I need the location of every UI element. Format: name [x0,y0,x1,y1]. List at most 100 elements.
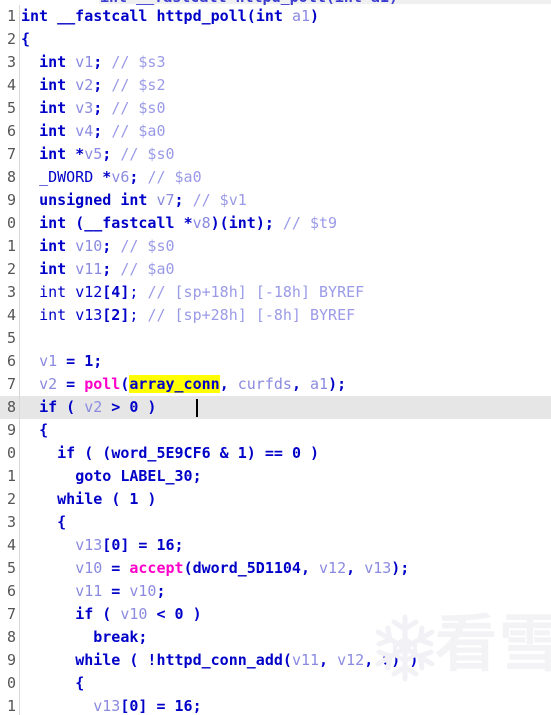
code-line-text: v13[0] = 16; [21,534,184,557]
code-line[interactable]: 1 int v10; // $s0 [0,235,551,258]
code-token: while [57,490,112,508]
code-line[interactable]: 3 int v1; // $s3 [0,51,551,74]
code-token: * [75,145,85,163]
code-token: if [75,605,103,623]
code-line[interactable]: 6 v11 = v10; [0,580,551,603]
code-line[interactable]: 0 if ( (word_5E9CF6 & 1) == 0 ) [0,442,551,465]
code-line[interactable]: 4 v13[0] = 16; [0,534,551,557]
code-line[interactable]: 5 int v3; // $s0 [0,97,551,120]
code-token: ( [102,605,121,623]
line-number-text: 5 [6,99,16,117]
line-number-text: 7 [6,605,16,623]
code-token: int [39,260,76,278]
line-number: 7 [0,373,18,396]
line-number-text: 7 [6,375,16,393]
line-number: 9 [0,419,18,442]
code-token: ; [93,99,103,117]
code-editor[interactable]: 1 int __fastcall httpd_poll(int a1) 2{3 in… [0,5,551,715]
code-token: ) [183,605,202,623]
code-line[interactable]: 8 break; [0,626,551,649]
code-token: poll [84,375,121,393]
code-line[interactable]: 1 goto LABEL_30; [0,465,551,488]
line-number: 6 [0,120,18,143]
code-line-text: int v1; // $s3 [21,51,165,74]
line-number: 8 [0,626,18,649]
gutter-separator [19,488,20,511]
code-line[interactable]: 3 { [0,511,551,534]
line-number-text: 9 [6,191,16,209]
code-line[interactable]: 2 int v11; // $a0 [0,258,551,281]
code-token: * [183,214,193,232]
code-token: ; [174,536,184,554]
code-line[interactable]: 5 v10 = accept(dword_5D1104, v12, v13); [0,557,551,580]
code-token: ( ( [84,444,112,462]
code-token: v3 [75,99,94,117]
code-line[interactable]: 1 v13[0] = 16; [0,695,551,715]
code-line[interactable]: 8 if ( v2 > 0 ) [0,396,551,419]
code-token: , [346,559,365,577]
code-token: , [319,651,338,669]
code-line-text: v2 = poll(array_conn, curfds, a1); [21,373,346,396]
code-token: 16 [156,536,175,554]
code-token: v10 [75,237,103,255]
code-token: , [364,651,383,669]
code-token: unsigned int [39,191,157,209]
line-number: 0 [0,672,18,695]
scrolled-off-line-strip: int __fastcall httpd_poll(int a1) [0,0,551,5]
code-line[interactable]: 2{ [0,28,551,51]
code-token: v1 [75,53,94,71]
code-line-text: goto LABEL_30; [21,465,201,488]
gutter-separator [19,350,20,373]
line-number: 3 [0,51,18,74]
code-token: v13 [75,306,103,324]
line-number-text: 4 [6,306,16,324]
code-line[interactable]: 9 unsigned int v7; // $v1 [0,189,551,212]
line-number-text: 1 [6,7,16,25]
line-number: 8 [0,166,18,189]
code-line[interactable]: 1 int __fastcall httpd_poll(int a1) [0,5,551,28]
code-line-text: _DWORD *v6; // $a0 [21,166,202,189]
code-token: httpd_conn_add [156,651,283,669]
line-number: 5 [0,97,18,120]
code-line[interactable]: 4 int v13[2]; // [sp+28h] [-8h] BYREF [0,304,551,327]
line-number-text: 5 [6,559,16,577]
line-number: 4 [0,74,18,97]
code-line[interactable]: 7 if ( v10 < 0 ) [0,603,551,626]
code-line-text: int v4; // $a0 [21,120,165,143]
code-token: ); [391,559,410,577]
code-line[interactable]: 0 int (__fastcall *v8)(int); // $t9 [0,212,551,235]
code-line[interactable]: 5 [0,327,551,350]
code-line[interactable]: 0 { [0,672,551,695]
code-line[interactable]: 7 int *v5; // $s0 [0,143,551,166]
line-number: 0 [0,442,18,465]
code-token: { [57,513,67,531]
code-line[interactable]: 9 while ( !httpd_conn_add(v11, v12, 0) ) [0,649,551,672]
code-line[interactable]: 7 v2 = poll(array_conn, curfds, a1); [0,373,551,396]
code-line[interactable]: 6 v1 = 1; [0,350,551,373]
code-line[interactable]: 9 { [0,419,551,442]
code-token: ; [156,582,166,600]
code-line[interactable]: 2 while ( 1 ) [0,488,551,511]
code-token: ); [328,375,347,393]
code-line[interactable]: 3 int v12[4]; // [sp+18h] [-18h] BYREF [0,281,551,304]
line-number-text: 6 [6,352,16,370]
line-number-text: 1 [6,697,16,715]
code-line[interactable]: 6 int v4; // $a0 [0,120,551,143]
gutter-separator [19,304,20,327]
code-token: ( [246,7,256,25]
code-token: 0 [111,536,121,554]
line-number-text: 1 [6,237,16,255]
code-token: // $a0 [147,168,202,186]
code-line[interactable]: 8 _DWORD *v6; // $a0 [0,166,551,189]
code-token: v12 [75,283,103,301]
code-line-text: v11 = v10; [21,580,166,603]
code-token: // $s2 [111,76,166,94]
code-token: int [39,214,76,232]
code-line[interactable]: 4 int v2; // $s2 [0,74,551,97]
code-token: ) ) [391,651,419,669]
